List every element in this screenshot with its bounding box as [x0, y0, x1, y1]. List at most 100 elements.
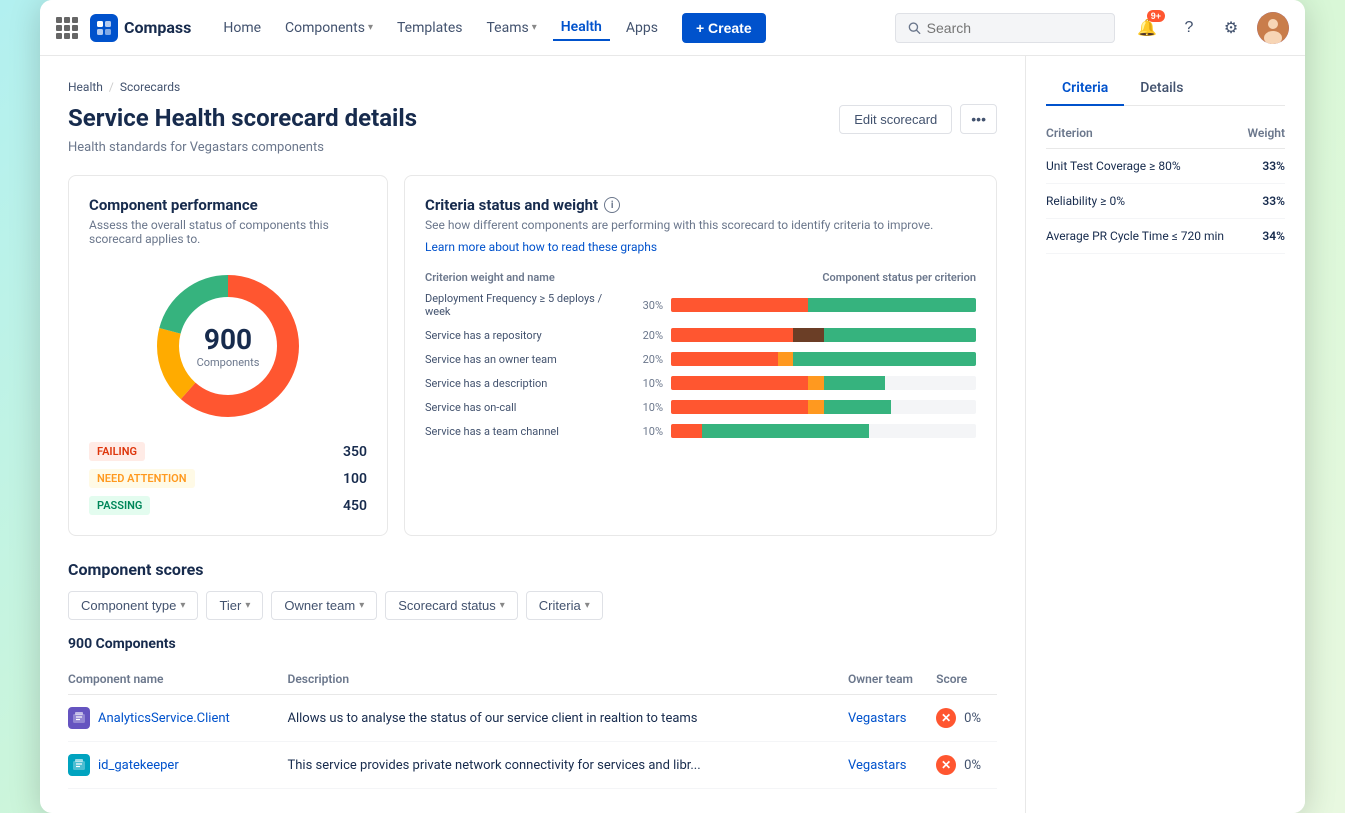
donut-label: Components: [197, 356, 260, 369]
score-cell-0: ✕ 0%: [936, 708, 997, 728]
comp-name-cell-1: id_gatekeeper: [68, 754, 288, 776]
bar-need-4: [808, 400, 823, 414]
chevron-down-icon: ▾: [585, 600, 590, 611]
col-desc: Description: [288, 664, 849, 695]
criteria-row: Average PR Cycle Time ≤ 720 min 34%: [1046, 219, 1285, 254]
filter-criteria[interactable]: Criteria ▾: [526, 591, 603, 620]
score-fail-icon-0: ✕: [936, 708, 956, 728]
col-name: Component name: [68, 664, 288, 695]
bar-row-3: Service has a description 10%: [425, 376, 976, 390]
criteria-col-criterion: Criterion: [1046, 122, 1243, 149]
tab-criteria[interactable]: Criteria: [1046, 72, 1124, 106]
bar-fail-3: [671, 376, 808, 390]
bar-row-0: Deployment Frequency ≥ 5 deploys / week …: [425, 292, 976, 318]
comp-link-1[interactable]: id_gatekeeper: [98, 758, 179, 773]
logo[interactable]: Compass: [90, 14, 191, 42]
donut-chart: 900 Components: [148, 266, 308, 426]
bar-label-3: Service has a description: [425, 377, 625, 390]
perf-card-title: Component performance: [89, 196, 367, 214]
components-table: Component name Description Owner team Sc…: [68, 664, 997, 789]
criteria-table-body: Unit Test Coverage ≥ 80% 33% Reliability…: [1046, 149, 1285, 254]
legend-passing: PASSING 450: [89, 496, 367, 515]
table-row: id_gatekeeper This service provides priv…: [68, 742, 997, 789]
bar-pass-3: [824, 376, 885, 390]
bar-row-4: Service has on-call 10%: [425, 400, 976, 414]
nav-teams[interactable]: Teams ▾: [479, 16, 545, 40]
grid-icon[interactable]: [56, 17, 78, 39]
score-val-0: 0%: [964, 711, 981, 726]
bar-label-0: Deployment Frequency ≥ 5 deploys / week: [425, 292, 625, 318]
nav-components[interactable]: Components ▾: [277, 16, 381, 40]
main-content: Health / Scorecards Service Health score…: [40, 56, 1305, 813]
info-icon[interactable]: i: [604, 197, 620, 213]
nav-templates[interactable]: Templates: [389, 16, 471, 40]
filter-component-type[interactable]: Component type ▾: [68, 591, 198, 620]
passing-badge: PASSING: [89, 496, 150, 515]
bar-need-2: [778, 352, 793, 366]
page-subtitle: Health standards for Vegastars component…: [68, 140, 997, 155]
comp-icon-0: [68, 707, 90, 729]
filter-owner-team[interactable]: Owner team ▾: [271, 591, 377, 620]
bar-track-2: [671, 352, 976, 366]
criteria-link[interactable]: Learn more about how to read these graph…: [425, 240, 657, 254]
comp-owner-0[interactable]: Vegastars: [848, 711, 906, 726]
search-icon: [908, 21, 921, 35]
search-box[interactable]: [895, 13, 1115, 43]
bar-track-5: [671, 424, 976, 438]
more-actions-button[interactable]: •••: [960, 104, 997, 134]
chevron-down-icon: ▾: [359, 600, 364, 611]
legend-need: NEED ATTENTION 100: [89, 469, 367, 488]
criteria-desc: See how different components are perform…: [425, 218, 976, 232]
logo-icon: [90, 14, 118, 42]
header-actions: Edit scorecard •••: [839, 104, 997, 134]
criterion-weight-1: 33%: [1243, 184, 1285, 219]
comp-link-0[interactable]: AnalyticsService.Client: [98, 711, 230, 726]
help-button[interactable]: ?: [1173, 12, 1205, 44]
user-avatar[interactable]: [1257, 12, 1289, 44]
filter-tier[interactable]: Tier ▾: [206, 591, 263, 620]
filter-scorecard-status[interactable]: Scorecard status ▾: [385, 591, 518, 620]
cards-row: Component performance Assess the overall…: [68, 175, 997, 536]
edit-scorecard-button[interactable]: Edit scorecard: [839, 105, 952, 134]
comp-desc-1: This service provides private network co…: [288, 742, 849, 789]
bar-need-3: [808, 376, 823, 390]
search-input[interactable]: [927, 20, 1102, 36]
breadcrumb-health[interactable]: Health: [68, 80, 103, 94]
components-count: 900 Components: [68, 636, 997, 652]
notifications-button[interactable]: 🔔 9+: [1131, 12, 1163, 44]
bar-track-0: [671, 298, 976, 312]
filters-container: Component type ▾ Tier ▾ Owner team ▾ Scorec…: [68, 591, 603, 620]
help-icon: ?: [1185, 19, 1194, 37]
bar-pass-2: [793, 352, 976, 366]
bar-pct-4: 10%: [633, 401, 663, 414]
bar-label-1: Service has a repository: [425, 329, 625, 342]
bar-fail-5: [671, 424, 702, 438]
comp-owner-1[interactable]: Vegastars: [848, 758, 906, 773]
page-header: Service Health scorecard details Edit sc…: [68, 104, 997, 134]
nav-apps[interactable]: Apps: [618, 16, 666, 40]
col-owner: Owner team: [848, 664, 936, 695]
nav-health[interactable]: Health: [553, 15, 610, 41]
logo-text: Compass: [124, 18, 191, 37]
bar-pct-5: 10%: [633, 425, 663, 438]
breadcrumb-scorecards: Scorecards: [120, 80, 180, 94]
bar-pass-4: [824, 400, 891, 414]
bar-track-1: [671, 328, 976, 342]
score-val-1: 0%: [964, 758, 981, 773]
component-scores-title: Component scores: [68, 560, 997, 579]
tab-details[interactable]: Details: [1124, 72, 1199, 106]
create-button[interactable]: + Create: [682, 13, 766, 43]
table-row: AnalyticsService.Client Allows us to ana…: [68, 695, 997, 742]
bar-fail-1: [671, 328, 793, 342]
chart-col2: Component status per criterion: [822, 271, 976, 284]
need-count: 100: [343, 471, 367, 487]
comp-table-body: AnalyticsService.Client Allows us to ana…: [68, 695, 997, 789]
settings-button[interactable]: ⚙: [1215, 12, 1247, 44]
criterion-name-2: Average PR Cycle Time ≤ 720 min: [1046, 219, 1243, 254]
chart-col1: Criterion weight and name: [425, 271, 555, 284]
right-panel: Criteria Details Criterion Weight Unit T…: [1025, 56, 1305, 813]
criteria-title: Criteria status and weight: [425, 196, 598, 214]
nav-home[interactable]: Home: [215, 16, 269, 40]
bar-pct-2: 20%: [633, 353, 663, 366]
donut-legend: FAILING 350 NEED ATTENTION 100 PASSING 4…: [89, 442, 367, 515]
